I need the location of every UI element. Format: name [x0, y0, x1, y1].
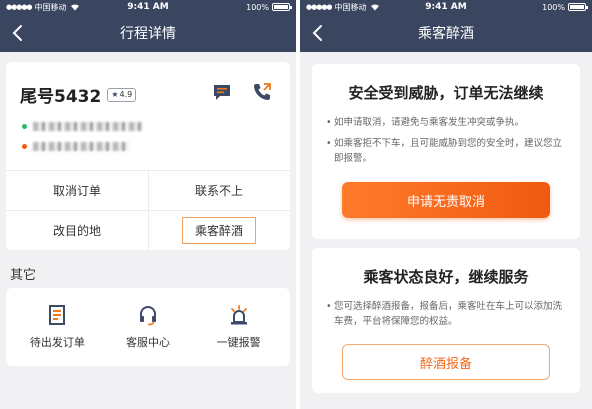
cannot-contact-label: 联系不上 — [194, 183, 243, 198]
wifi-icon — [70, 4, 79, 11]
cancel-order-button[interactable]: 取消订单 — [6, 170, 148, 210]
service-tips: 您可选择醉酒报备，报备后，乘客吐在车上可以添加洗车费，平台将保障您的权益。 — [326, 299, 568, 329]
rating-badge: ★ 4.9 — [107, 87, 137, 102]
customer-service-label: 客服中心 — [125, 336, 170, 349]
change-destination-label: 改目的地 — [52, 223, 101, 238]
page-title: 行程详情 — [120, 26, 176, 42]
cancel-order-label: 取消订单 — [52, 183, 101, 198]
request-free-cancel-button[interactable]: 申请无责取消 — [342, 182, 550, 218]
signal-indicator: ●●●●● 中国移动 — [6, 2, 80, 13]
safety-title: 安全受到威胁，订单无法继续 — [348, 84, 544, 102]
other-section-title: 其它 — [10, 268, 37, 283]
pickup-address-redacted — [33, 122, 143, 131]
rating-value: 4.9 — [119, 90, 133, 99]
order-list-icon — [49, 305, 66, 325]
battery-percent: 100% — [246, 2, 269, 12]
customer-service-button[interactable]: 客服中心 — [108, 304, 188, 350]
trip-card: 尾号5432 ★ 4.9 取消订单 联系不上 改目的地 乘客醉酒 — [6, 62, 290, 250]
safety-tips: 如申请取消，请避免与乘客发生冲突或争执。 如乘客拒不下车，且可能威胁到您的安全时… — [326, 115, 568, 166]
service-title: 乘客状态良好，继续服务 — [363, 268, 529, 286]
back-arrow-icon[interactable] — [308, 23, 328, 43]
pending-orders-button[interactable]: 待出发订单 — [17, 304, 97, 350]
cannot-contact-button[interactable]: 联系不上 — [148, 170, 290, 210]
battery-icon — [568, 3, 588, 11]
phone-icon[interactable] — [252, 82, 272, 102]
drunk-passenger-screen: ●●●●● 中国移动 9:41 AM 100% 乘客醉酒 安全受到威胁，订单无法… — [300, 0, 592, 409]
continue-service-card: 乘客状态良好，继续服务 您可选择醉酒报备，报备后，乘客吐在车上可以添加洗车费，平… — [312, 248, 580, 393]
carrier-name: 中国移动 — [34, 2, 67, 12]
other-services-card: 待出发订单 客服中心 一键报警 — [6, 288, 290, 366]
wifi-icon — [370, 4, 379, 11]
pickup-dot-icon — [22, 124, 27, 129]
trip-detail-screen: ●●●●● 中国移动 9:41 AM 100% 行程详情 尾号5432 ★ 4.… — [0, 0, 296, 409]
pending-orders-label: 待出发订单 — [29, 336, 85, 349]
back-arrow-icon[interactable] — [8, 23, 28, 43]
drunk-passenger-button[interactable]: 乘客醉酒 — [148, 210, 290, 250]
drunk-report-button[interactable]: 醉酒报备 — [342, 344, 550, 380]
safety-tip: 如申请取消，请避免与乘客发生冲突或争执。 — [326, 115, 568, 130]
status-bar: ●●●●● 中国移动 9:41 AM 100% — [300, 0, 592, 14]
battery-indicator: 100% — [246, 2, 292, 12]
battery-icon — [272, 3, 292, 11]
contact-actions — [212, 82, 272, 102]
drunk-passenger-label: 乘客醉酒 — [181, 216, 256, 244]
message-icon[interactable] — [212, 82, 232, 102]
service-tip: 您可选择醉酒报备，报备后，乘客吐在车上可以添加洗车费，平台将保障您的权益。 — [326, 299, 568, 329]
pickup-address — [22, 122, 143, 131]
dropoff-address-redacted — [33, 142, 129, 151]
signal-indicator: ●●●●● 中国移动 — [306, 2, 380, 13]
status-bar: ●●●●● 中国移动 9:41 AM 100% — [0, 0, 296, 14]
star-icon: ★ — [111, 90, 119, 99]
battery-percent: 100% — [542, 2, 565, 12]
safety-tip: 如乘客拒不下车，且可能威胁到您的安全时，建议您立即报警。 — [326, 136, 568, 166]
nav-bar: 行程详情 — [0, 14, 296, 52]
carrier-name: 中国移动 — [334, 2, 367, 12]
dropoff-dot-icon — [22, 144, 27, 149]
headset-icon — [139, 306, 156, 326]
battery-indicator: 100% — [542, 2, 588, 12]
change-destination-button[interactable]: 改目的地 — [6, 210, 148, 250]
emergency-alarm-button[interactable]: 一键报警 — [199, 304, 279, 350]
safety-threat-card: 安全受到威胁，订单无法继续 如申请取消，请避免与乘客发生冲突或争执。 如乘客拒不… — [312, 64, 580, 239]
alarm-icon — [230, 305, 247, 325]
tail-number: 尾号5432 — [20, 87, 102, 107]
passenger-info: 尾号5432 ★ 4.9 — [20, 82, 137, 107]
signal-strength-icon: ●●●●● — [6, 3, 33, 11]
emergency-alarm-label: 一键报警 — [216, 336, 261, 349]
nav-bar: 乘客醉酒 — [300, 14, 592, 52]
page-title: 乘客醉酒 — [418, 26, 474, 42]
trip-action-grid: 取消订单 联系不上 改目的地 乘客醉酒 — [6, 170, 290, 250]
signal-strength-icon: ●●●●● — [306, 3, 333, 11]
dropoff-address — [22, 142, 129, 151]
